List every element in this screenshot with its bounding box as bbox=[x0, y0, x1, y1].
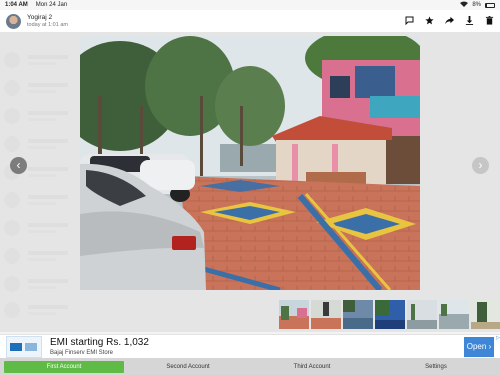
tab-second-account[interactable]: Second Account bbox=[128, 361, 248, 373]
avatar[interactable] bbox=[6, 13, 21, 29]
ad-advertiser: Bajaj Finserv EMI Store bbox=[50, 350, 114, 356]
ad-text: EMI starting Rs. 1,032 Bajaj Finserv EMI… bbox=[50, 337, 149, 356]
thumbnail[interactable] bbox=[279, 300, 309, 329]
tab-first-account[interactable]: First Account bbox=[4, 360, 124, 373]
advertiser-logo bbox=[6, 335, 42, 358]
ad-open-button[interactable]: Open › bbox=[464, 337, 494, 357]
delete-icon[interactable] bbox=[484, 15, 494, 27]
chat-icon[interactable] bbox=[404, 16, 414, 27]
battery-percent: 8% bbox=[472, 2, 481, 8]
tab-settings[interactable]: Settings bbox=[376, 361, 496, 373]
thumbnail[interactable] bbox=[311, 300, 341, 329]
tab-third-account[interactable]: Third Account bbox=[252, 361, 372, 373]
header-actions bbox=[404, 15, 494, 27]
viewer-header: Yogiraj 2 today at 1:01 am bbox=[0, 10, 500, 32]
main-photo[interactable] bbox=[80, 36, 420, 290]
previous-photo-button[interactable]: ‹ bbox=[10, 157, 27, 174]
download-icon[interactable] bbox=[464, 15, 474, 27]
thumbnail[interactable] bbox=[471, 300, 500, 329]
sender-info: Yogiraj 2 today at 1:01 am bbox=[27, 14, 68, 28]
sender-name: Yogiraj 2 bbox=[27, 14, 53, 21]
ad-headline: EMI starting Rs. 1,032 bbox=[50, 337, 149, 348]
status-time: 1:04 AM bbox=[5, 2, 28, 8]
status-bar: 1:04 AM Mon 24 Jan 8% bbox=[0, 0, 500, 10]
thumbnail[interactable] bbox=[343, 300, 373, 329]
status-right: 8% bbox=[460, 1, 495, 9]
next-photo-button[interactable]: › bbox=[472, 157, 489, 174]
account-tab-bar: First Account Second Account Third Accou… bbox=[0, 358, 500, 375]
ad-info-icon[interactable]: ▷ bbox=[496, 335, 500, 341]
thumbnail-strip bbox=[279, 300, 500, 329]
thumbnail[interactable] bbox=[375, 300, 405, 329]
thumbnail[interactable] bbox=[439, 300, 469, 329]
share-icon[interactable] bbox=[444, 16, 454, 27]
ad-open-label: Open bbox=[466, 342, 487, 351]
chevron-right-icon: › bbox=[488, 342, 492, 351]
photo-scene bbox=[80, 36, 420, 290]
wifi-icon bbox=[460, 1, 469, 9]
battery-icon bbox=[485, 2, 495, 8]
star-icon[interactable] bbox=[424, 15, 434, 27]
ad-banner[interactable]: EMI starting Rs. 1,032 Bajaj Finserv EMI… bbox=[0, 334, 500, 358]
status-date: Mon 24 Jan bbox=[35, 2, 68, 8]
message-timestamp: today at 1:01 am bbox=[27, 22, 68, 28]
thumbnail[interactable] bbox=[407, 300, 437, 329]
